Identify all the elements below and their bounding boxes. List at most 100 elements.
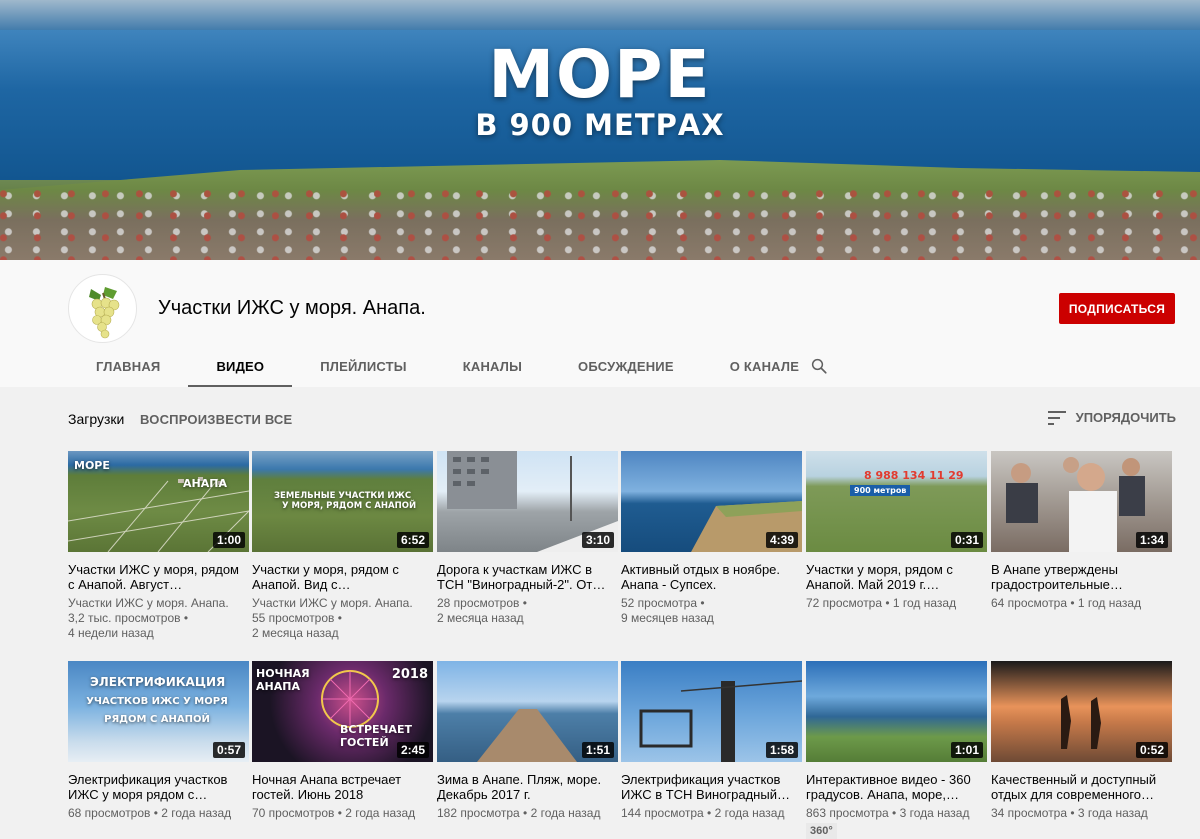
tab-discussion[interactable]: ОБСУЖДЕНИЕ: [550, 346, 702, 387]
video-meta: 68 просмотров • 2 года назад: [68, 806, 249, 821]
uploads-label: Загрузки: [68, 411, 125, 427]
thumb-text: НОЧНАЯ АНАПА: [256, 667, 310, 693]
video-thumbnail[interactable]: МОРЕ АНАПА 1:00: [68, 451, 249, 552]
video-thumbnail[interactable]: 1:34: [991, 451, 1172, 552]
thumb-text: У МОРЯ, РЯДОМ С АНАПОЙ: [282, 501, 417, 511]
sort-button[interactable]: УПОРЯДОЧИТЬ: [1047, 410, 1176, 425]
badge-360: 360°: [806, 823, 837, 839]
video-views-age: 68 просмотров • 2 года назад: [68, 806, 232, 820]
play-all-button[interactable]: ВОСПРОИЗВЕСТИ ВСЕ: [140, 412, 292, 427]
video-title[interactable]: Электрификация участков ИЖС у моря рядом…: [68, 772, 249, 802]
video-duration: 0:52: [1135, 742, 1168, 758]
video-views-age: 863 просмотра • 3 года назад: [806, 806, 970, 820]
video-duration: 1:58: [765, 742, 798, 758]
video-duration: 1:34: [1135, 532, 1168, 548]
video-title[interactable]: Электрификация участков ИЖС в ТСН Виногр…: [621, 772, 802, 802]
uploads-header: Загрузки ВОСПРОИЗВЕСТИ ВСЕ УПОРЯДОЧИТЬ: [68, 410, 1176, 431]
sort-label: УПОРЯДОЧИТЬ: [1075, 410, 1176, 425]
channel-header: Участки ИЖС у моря. Анапа. ПОДПИСАТЬСЯ Г…: [0, 260, 1200, 387]
thumb-text: АНАПА: [183, 477, 227, 490]
video-meta: Участки ИЖС у моря. Анапа. 3,2 тыс. прос…: [68, 596, 249, 641]
video-meta: Участки ИЖС у моря. Анапа. 55 просмотров…: [252, 596, 433, 641]
video-meta: 64 просмотра • 1 год назад: [991, 596, 1172, 611]
tab-playlists[interactable]: ПЛЕЙЛИСТЫ: [292, 346, 434, 387]
video-views-age: 182 просмотра • 2 года назад: [437, 806, 601, 820]
channel-banner: МОРЕ В 900 МЕТРАХ: [0, 0, 1200, 260]
search-icon[interactable]: [810, 357, 828, 375]
video-thumbnail[interactable]: 4:39: [621, 451, 802, 552]
video-title[interactable]: Зима в Анапе. Пляж, море. Декабрь 2017 г…: [437, 772, 618, 802]
banner-subtitle: В 900 МЕТРАХ: [475, 108, 725, 142]
video-duration: 6:52: [396, 532, 429, 548]
thumb-text: УЧАСТКОВ ИЖС У МОРЯ РЯДОМ С АНАПОЙ: [86, 696, 228, 725]
channel-name[interactable]: Участки ИЖС у моря. Анапа.: [158, 297, 426, 320]
video-views: 28 просмотров •: [437, 596, 527, 610]
video-thumbnail[interactable]: 8 988 134 11 29 900 метров 0:31: [806, 451, 987, 552]
video-views: 52 просмотра •: [621, 596, 705, 610]
video-duration: 1:51: [581, 742, 614, 758]
video-title[interactable]: Активный отдых в ноябре. Анапа - Супсех.: [621, 562, 802, 592]
grapes-icon: [89, 287, 120, 339]
video-title[interactable]: Участки у моря, рядом с Анапой. Май 2019…: [806, 562, 987, 592]
video-meta: 863 просмотра • 3 года назад 360°: [806, 806, 987, 839]
video-age: 2 месяца назад: [437, 611, 524, 625]
video-thumbnail[interactable]: 0:52: [991, 661, 1172, 762]
video-duration: 4:39: [765, 532, 798, 548]
channel-tabs: ГЛАВНАЯ ВИДЕО ПЛЕЙЛИСТЫ КАНАЛЫ ОБСУЖДЕНИ…: [68, 346, 827, 387]
video-views-age: 144 просмотра • 2 года назад: [621, 806, 785, 820]
tab-home[interactable]: ГЛАВНАЯ: [68, 346, 188, 387]
video-meta: 28 просмотров • 2 месяца назад: [437, 596, 618, 626]
video-meta: 34 просмотра • 3 года назад: [991, 806, 1172, 821]
video-title[interactable]: Участки ИЖС у моря, рядом с Анапой. Авгу…: [68, 562, 249, 592]
tab-videos[interactable]: ВИДЕО: [188, 346, 293, 387]
thumb-text: МОРЕ: [74, 459, 110, 472]
video-views-age: 72 просмотра • 1 год назад: [806, 596, 957, 610]
video-title[interactable]: Дорога к участкам ИЖС в ТСН "Виноградный…: [437, 562, 618, 592]
video-title[interactable]: Участки у моря, рядом с Анапой. Вид с…: [252, 562, 433, 592]
video-duration: 0:57: [212, 742, 245, 758]
video-age: 9 месяцев назад: [621, 611, 714, 625]
thumb-phone: 8 988 134 11 29: [864, 469, 964, 482]
video-duration: 1:01: [950, 742, 983, 758]
sort-icon: [1047, 410, 1066, 425]
video-thumbnail[interactable]: ЗЕМЕЛЬНЫЕ УЧАСТКИ ИЖС У МОРЯ, РЯДОМ С АН…: [252, 451, 433, 552]
video-channel[interactable]: Участки ИЖС у моря. Анапа.: [252, 596, 433, 611]
thumb-text: 900 метров: [850, 485, 911, 496]
video-thumbnail[interactable]: 1:01: [806, 661, 987, 762]
tab-channels[interactable]: КАНАЛЫ: [435, 346, 550, 387]
video-title[interactable]: Качественный и доступный отдых для совре…: [991, 772, 1172, 802]
video-duration: 3:10: [581, 532, 614, 548]
banner-title: МОРЕ: [488, 36, 712, 113]
video-duration: 0:31: [950, 532, 983, 548]
thumb-text: 2018: [391, 667, 428, 682]
video-thumbnail[interactable]: 1:58: [621, 661, 802, 762]
video-title[interactable]: Ночная Анапа встречает гостей. Июнь 2018: [252, 772, 433, 802]
video-views-age: 70 просмотров • 2 года назад: [252, 806, 416, 820]
subscribe-button[interactable]: ПОДПИСАТЬСЯ: [1059, 293, 1175, 324]
video-views: 3,2 тыс. просмотров •: [68, 611, 189, 625]
video-meta: 144 просмотра • 2 года назад: [621, 806, 802, 821]
video-thumbnail[interactable]: ЭЛЕКТРИФИКАЦИЯ УЧАСТКОВ ИЖС У МОРЯ РЯДОМ…: [68, 661, 249, 762]
video-meta: 182 просмотра • 2 года назад: [437, 806, 618, 821]
video-views-age: 34 просмотра • 3 года назад: [991, 806, 1148, 820]
video-duration: 2:45: [396, 742, 429, 758]
video-views-age: 64 просмотра • 1 год назад: [991, 596, 1142, 610]
banner-houses: [0, 185, 1200, 260]
video-meta: 70 просмотров • 2 года назад: [252, 806, 433, 821]
video-meta: 72 просмотра • 1 год назад: [806, 596, 987, 611]
video-age: 2 месяца назад: [252, 626, 339, 640]
video-thumbnail[interactable]: 1:51: [437, 661, 618, 762]
tab-about[interactable]: О КАНАЛЕ: [702, 346, 827, 387]
video-age: 4 недели назад: [68, 626, 154, 640]
channel-avatar[interactable]: [68, 274, 137, 343]
thumb-text: ЭЛЕКТРИФИКАЦИЯ: [90, 675, 226, 689]
video-channel[interactable]: Участки ИЖС у моря. Анапа.: [68, 596, 249, 611]
video-thumbnail[interactable]: НОЧНАЯ АНАПА 2018 ВСТРЕЧАЕТ ГОСТЕЙ 2:45: [252, 661, 433, 762]
video-thumbnail[interactable]: 3:10: [437, 451, 618, 552]
video-title[interactable]: В Анапе утверждены градостроительные…: [991, 562, 1172, 592]
video-meta: 52 просмотра • 9 месяцев назад: [621, 596, 802, 626]
video-title[interactable]: Интерактивное видео - 360 градусов. Анап…: [806, 772, 987, 802]
video-views: 55 просмотров •: [252, 611, 342, 625]
thumb-text: ЗЕМЕЛЬНЫЕ УЧАСТКИ ИЖС: [274, 491, 412, 501]
video-duration: 1:00: [212, 532, 245, 548]
